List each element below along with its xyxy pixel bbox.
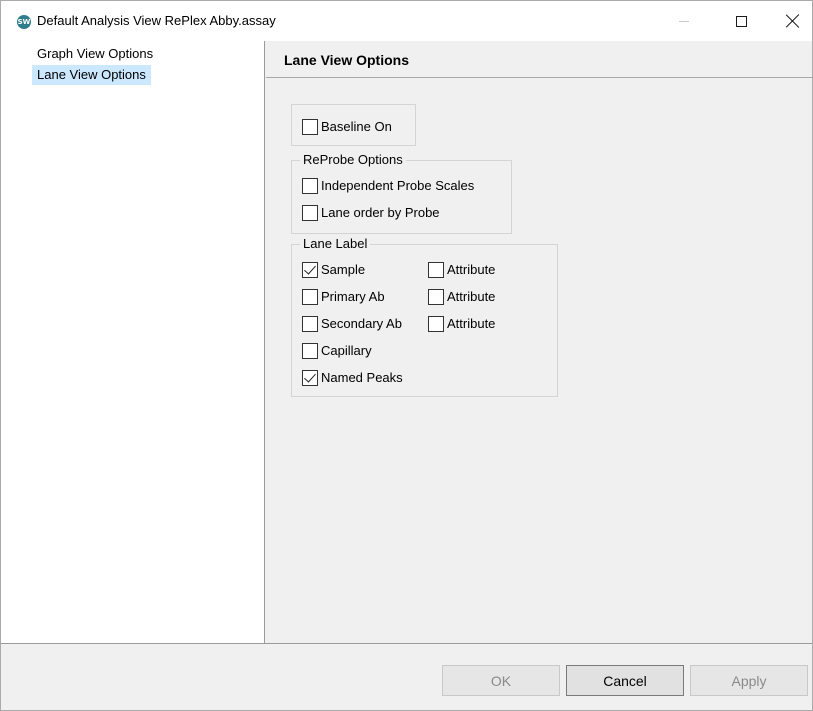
checkbox-icon (302, 289, 318, 305)
close-icon (786, 14, 800, 28)
checkbox-label: Independent Probe Scales (321, 178, 475, 193)
sample-checkbox[interactable]: Sample (302, 261, 365, 279)
checkbox-label: Attribute (447, 289, 496, 304)
checkbox-icon (302, 262, 318, 278)
dialog-footer: OK Cancel Apply (1, 643, 812, 710)
apply-button[interactable]: Apply (690, 665, 808, 696)
baseline-on-checkbox[interactable]: Baseline On (302, 118, 392, 136)
secondary-ab-checkbox[interactable]: Secondary Ab (302, 315, 402, 333)
close-button[interactable] (770, 1, 812, 41)
primary-attribute-checkbox[interactable]: Attribute (428, 288, 495, 306)
lane-label-group: Lane Label Sample Attribute Primary Ab A… (291, 236, 558, 397)
checkbox-label: Attribute (447, 316, 496, 331)
cancel-button[interactable]: Cancel (566, 665, 684, 696)
checkbox-label: Sample (321, 262, 366, 277)
minimize-icon (679, 20, 689, 22)
minimize-button[interactable] (661, 1, 707, 41)
checkbox-label: Named Peaks (321, 370, 403, 385)
checkbox-label: Attribute (447, 262, 496, 277)
sidebar-item-graph-view-options[interactable]: Graph View Options (32, 44, 158, 64)
checkbox-icon (302, 205, 318, 221)
checkbox-icon (302, 119, 318, 135)
checkbox-label: Capillary (321, 343, 372, 358)
panel-title: Lane View Options (284, 52, 409, 68)
primary-ab-checkbox[interactable]: Primary Ab (302, 288, 385, 306)
dialog-window: SW Default Analysis View RePlex Abby.ass… (0, 0, 813, 711)
group-title: ReProbe Options (300, 152, 406, 168)
options-panel: Lane View Options Baseline On ReProbe Op… (266, 41, 812, 643)
reprobe-options-group: ReProbe Options Independent Probe Scales… (291, 152, 512, 234)
maximize-icon (735, 15, 747, 27)
capillary-checkbox[interactable]: Capillary (302, 342, 372, 360)
checkbox-icon (302, 343, 318, 359)
checkbox-label: Baseline On (321, 119, 392, 134)
secondary-attribute-checkbox[interactable]: Attribute (428, 315, 495, 333)
app-icon: SW (17, 15, 31, 29)
checkbox-icon (302, 178, 318, 194)
baseline-group: Baseline On (291, 104, 416, 146)
checkbox-icon (428, 316, 444, 332)
sidebar-item-lane-view-options[interactable]: Lane View Options (32, 65, 151, 85)
panel-header: Lane View Options (266, 41, 812, 78)
checkbox-label: Secondary Ab (321, 316, 402, 331)
checkbox-icon (302, 316, 318, 332)
named-peaks-checkbox[interactable]: Named Peaks (302, 369, 403, 387)
checkbox-icon (428, 289, 444, 305)
maximize-button[interactable] (718, 1, 764, 41)
independent-probe-scales-checkbox[interactable]: Independent Probe Scales (302, 177, 474, 195)
title-bar: SW Default Analysis View RePlex Abby.ass… (1, 1, 812, 41)
group-title: Lane Label (300, 236, 371, 252)
checkbox-icon (428, 262, 444, 278)
checkbox-icon (302, 370, 318, 386)
lane-order-by-probe-checkbox[interactable]: Lane order by Probe (302, 204, 440, 222)
window-title: Default Analysis View RePlex Abby.assay (37, 13, 276, 28)
sample-attribute-checkbox[interactable]: Attribute (428, 261, 495, 279)
options-sidebar: Graph View Options Lane View Options (1, 41, 265, 643)
checkbox-label: Primary Ab (321, 289, 385, 304)
checkbox-label: Lane order by Probe (321, 205, 440, 220)
ok-button[interactable]: OK (442, 665, 560, 696)
